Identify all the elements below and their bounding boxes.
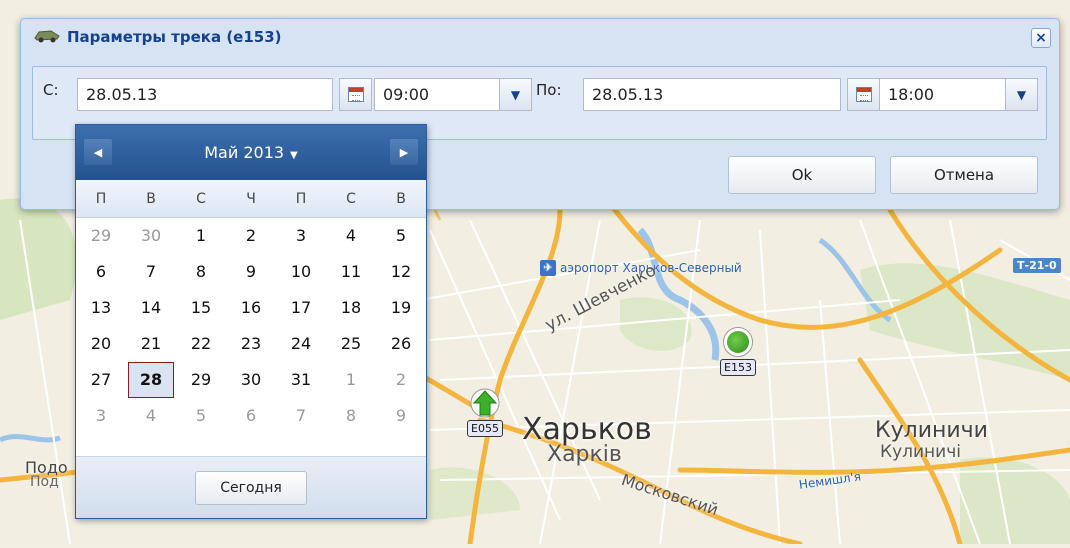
day-cell[interactable]: 20 <box>78 326 124 362</box>
day-cell[interactable]: 12 <box>378 254 424 290</box>
day-cell[interactable]: 18 <box>328 290 374 326</box>
day-cell[interactable]: 9 <box>228 254 274 290</box>
day-cell[interactable]: 22 <box>178 326 224 362</box>
today-button[interactable]: Сегодня <box>195 470 307 505</box>
day-cell[interactable]: 5 <box>178 398 224 434</box>
town-label: Кулиничи <box>875 418 988 443</box>
green-arrow-up-icon <box>470 388 500 418</box>
day-cell[interactable]: 8 <box>178 254 224 290</box>
dialog-title: Параметры трека (e153) <box>67 28 282 46</box>
weekday-label: С <box>346 191 356 207</box>
day-cell[interactable]: 2 <box>228 218 274 254</box>
day-cell[interactable]: 1 <box>328 362 374 398</box>
vehicle-marker-label: E055 <box>467 420 503 437</box>
to-time-dropdown-button[interactable]: ▼ <box>1005 78 1038 111</box>
caret-down-icon: ▼ <box>290 150 298 161</box>
day-cell[interactable]: 30 <box>228 362 274 398</box>
airplane-icon: ✈ <box>540 260 556 276</box>
to-label: По: <box>536 81 562 99</box>
month-year-picker[interactable]: Май 2013 ▼ <box>204 143 298 162</box>
day-cell[interactable]: 4 <box>128 398 174 434</box>
day-cell[interactable]: 23 <box>228 326 274 362</box>
arrow-right-icon: ▶ <box>399 145 409 159</box>
close-icon: × <box>1035 30 1047 46</box>
day-cell[interactable]: 7 <box>278 398 324 434</box>
day-cell[interactable]: 2 <box>378 362 424 398</box>
calendar-icon <box>347 87 364 102</box>
day-cell[interactable]: 27 <box>78 362 124 398</box>
close-button[interactable]: × <box>1031 28 1051 48</box>
day-cell[interactable]: 6 <box>228 398 274 434</box>
day-cell[interactable]: 14 <box>128 290 174 326</box>
to-date-picker-button[interactable] <box>847 78 880 111</box>
next-month-button[interactable]: ▶ <box>390 139 418 165</box>
day-grid: 29 30 1 2 3 4 5 6 7 8 9 10 11 12 13 14 15 16 17 18 19 20 21 22 2… <box>76 218 426 434</box>
from-date-picker-button[interactable] <box>339 78 372 111</box>
calendar-icon <box>855 87 872 102</box>
day-cell[interactable]: 3 <box>78 398 124 434</box>
weekday-label: С <box>196 191 206 207</box>
vehicle-marker-e153[interactable]: E153 <box>720 327 756 376</box>
to-time-input[interactable] <box>879 78 1006 111</box>
from-label: С: <box>43 81 59 99</box>
day-cell-selected[interactable]: 28 <box>128 362 174 398</box>
dialog-header[interactable]: Параметры трека (e153) <box>21 19 1059 55</box>
to-date-input[interactable] <box>583 78 841 111</box>
cancel-button[interactable]: Отмена <box>890 156 1038 194</box>
from-date-input[interactable] <box>77 78 333 111</box>
vehicle-icon <box>33 27 61 47</box>
date-picker-header: ◀ Май 2013 ▼ ▶ <box>76 125 426 180</box>
chevron-down-icon: ▼ <box>510 87 521 102</box>
green-dot-icon <box>722 327 753 357</box>
day-cell[interactable]: 3 <box>278 218 324 254</box>
day-cell[interactable]: 16 <box>228 290 274 326</box>
weekday-label: В <box>146 191 156 207</box>
month-year-label: Май 2013 <box>204 143 285 162</box>
weekday-header: П В С Ч П С В <box>76 180 426 218</box>
day-cell[interactable]: 13 <box>78 290 124 326</box>
weekday-label: Ч <box>246 191 256 207</box>
town-label-uk: Кулиничі <box>880 442 961 462</box>
day-cell[interactable]: 4 <box>328 218 374 254</box>
day-cell[interactable]: 29 <box>78 218 124 254</box>
day-cell[interactable]: 10 <box>278 254 324 290</box>
day-cell[interactable]: 7 <box>128 254 174 290</box>
weekday-label: П <box>295 191 307 207</box>
vehicle-marker-e055[interactable]: E055 <box>467 388 503 437</box>
day-cell[interactable]: 1 <box>178 218 224 254</box>
from-time-input[interactable] <box>374 78 501 111</box>
day-cell[interactable]: 26 <box>378 326 424 362</box>
day-cell[interactable]: 17 <box>278 290 324 326</box>
day-cell[interactable]: 29 <box>178 362 224 398</box>
prev-month-button[interactable]: ◀ <box>84 139 112 165</box>
day-cell[interactable]: 5 <box>378 218 424 254</box>
weekday-label: В <box>396 191 406 207</box>
day-cell[interactable]: 9 <box>378 398 424 434</box>
arrow-left-icon: ◀ <box>93 145 103 159</box>
suburb-label-uk: Под <box>30 474 59 490</box>
road-number-badge: Т-21-0 <box>1013 258 1061 273</box>
day-cell[interactable]: 6 <box>78 254 124 290</box>
city-label-uk: Харків <box>547 442 622 467</box>
date-picker-popup: ◀ Май 2013 ▼ ▶ П В С Ч П С В 29 30 1 2 3 4 5 6 7 8… <box>75 124 427 519</box>
day-cell[interactable]: 21 <box>128 326 174 362</box>
from-time-dropdown-button[interactable]: ▼ <box>499 78 532 111</box>
day-cell[interactable]: 30 <box>128 218 174 254</box>
day-cell[interactable]: 25 <box>328 326 374 362</box>
day-cell[interactable]: 24 <box>278 326 324 362</box>
weekday-label: П <box>95 191 107 207</box>
date-picker-footer: Сегодня <box>76 456 426 518</box>
day-cell[interactable]: 8 <box>328 398 374 434</box>
day-cell[interactable]: 15 <box>178 290 224 326</box>
day-cell[interactable]: 31 <box>278 362 324 398</box>
chevron-down-icon: ▼ <box>1016 87 1027 102</box>
day-cell[interactable]: 11 <box>328 254 374 290</box>
vehicle-marker-label: E153 <box>720 359 756 376</box>
day-cell[interactable]: 19 <box>378 290 424 326</box>
ok-button[interactable]: Ok <box>728 156 876 194</box>
